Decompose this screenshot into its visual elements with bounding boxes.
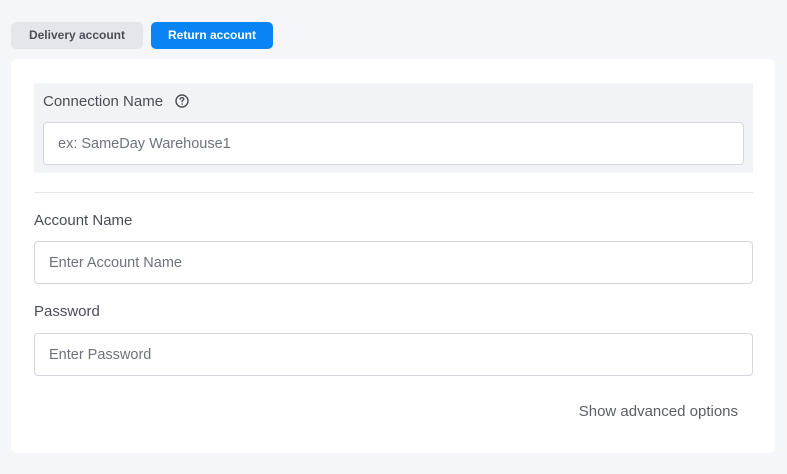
tab-return-account[interactable]: Return account bbox=[151, 22, 273, 49]
show-advanced-options-link[interactable]: Show advanced options bbox=[579, 403, 738, 420]
connection-name-label-row: Connection Name bbox=[43, 92, 189, 110]
password-input[interactable] bbox=[34, 333, 753, 376]
tab-delivery-account[interactable]: Delivery account bbox=[11, 22, 143, 49]
account-form-card: Connection Name Account Name Password Sh… bbox=[11, 59, 775, 453]
password-label: Password bbox=[34, 303, 100, 320]
account-name-label: Account Name bbox=[34, 212, 133, 229]
connection-name-label: Connection Name bbox=[43, 92, 164, 110]
account-type-tabs: Delivery account Return account bbox=[11, 22, 273, 49]
account-name-input[interactable] bbox=[34, 241, 753, 284]
connection-name-section: Connection Name bbox=[34, 83, 753, 173]
question-circle-icon[interactable] bbox=[175, 94, 189, 108]
section-divider bbox=[34, 192, 753, 193]
connection-name-input[interactable] bbox=[43, 122, 744, 165]
